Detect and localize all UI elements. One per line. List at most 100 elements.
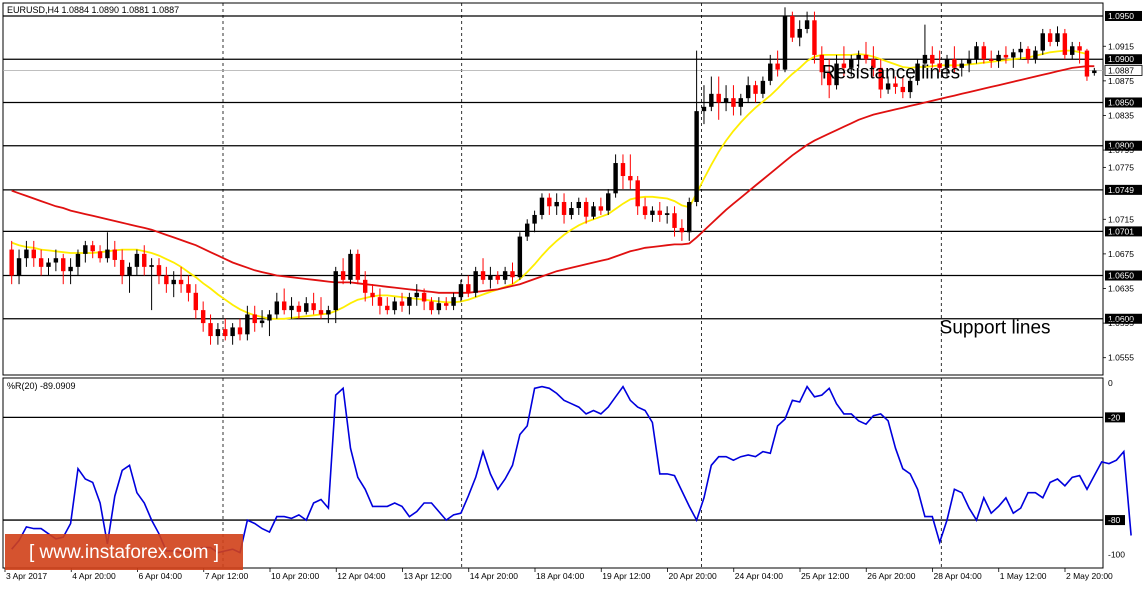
candle-body: [782, 15, 788, 70]
candle-body: [208, 323, 213, 337]
candle-body: [186, 284, 191, 293]
watermark: [ www.instaforex.com ]: [5, 534, 243, 570]
candle-body: [473, 271, 478, 293]
candle-body: [429, 301, 434, 311]
candle-body: [466, 284, 471, 293]
candle-body: [90, 245, 95, 252]
y-tick-label: 1.0555: [1108, 353, 1134, 363]
candle-body: [1077, 46, 1082, 51]
candle-body: [797, 28, 802, 38]
candle-body: [812, 20, 817, 55]
candle-body: [687, 201, 692, 233]
x-tick-label: 24 Apr 04:00: [735, 571, 783, 581]
candle-body: [775, 63, 780, 70]
candle: [790, 11, 795, 42]
candle-body: [296, 305, 302, 312]
y-tick-label: 1.0675: [1108, 249, 1134, 259]
chart-annotation: Support lines: [940, 317, 1051, 338]
candle-body: [996, 54, 1001, 61]
x-tick-label: 2 May 20:00: [1066, 571, 1113, 581]
candle-body: [760, 80, 766, 94]
candle-body: [628, 176, 633, 181]
candle-body: [259, 320, 265, 324]
level-label: -80: [1108, 515, 1121, 525]
candle-body: [134, 253, 140, 267]
candle-body: [989, 59, 994, 61]
x-tick-label: 25 Apr 12:00: [801, 571, 849, 581]
candle-body: [694, 111, 699, 202]
current-price-label: 1.0887: [1108, 65, 1134, 75]
candle-body: [738, 98, 744, 107]
level-label: 1.0950: [1108, 11, 1134, 21]
y-tick-label: 1.0775: [1108, 162, 1134, 172]
candle-body: [414, 292, 419, 298]
candle-body: [664, 213, 670, 215]
candle-body: [1092, 70, 1097, 74]
candle-body: [790, 15, 795, 38]
candle-body: [340, 271, 346, 280]
candle-body: [53, 258, 59, 263]
candle-body: [385, 305, 390, 311]
candle-body: [421, 292, 427, 302]
candle-body: [333, 271, 338, 311]
candle-body: [981, 46, 987, 60]
candle: [1062, 28, 1068, 60]
chart-annotation: Resistance lines: [822, 62, 960, 83]
candle: [517, 232, 523, 280]
candle-body: [237, 327, 243, 335]
candle-body: [716, 93, 721, 103]
candle-body: [495, 275, 500, 280]
candle-body: [230, 327, 235, 337]
candle-body: [502, 271, 508, 280]
candle-body: [620, 163, 626, 177]
candle-body: [731, 98, 736, 107]
candle-body: [1018, 48, 1023, 53]
candle-body: [804, 20, 810, 29]
candle-body: [539, 197, 545, 215]
candle-body: [893, 83, 898, 87]
candle-body: [959, 63, 964, 68]
candle-body: [1055, 33, 1060, 42]
candle-body: [679, 227, 685, 233]
candle-body: [436, 303, 442, 311]
price-chart-title: EURUSD,H4 1.0884 1.0890 1.0881 1.0887: [7, 5, 179, 15]
candle-body: [97, 251, 103, 259]
candle-body: [1011, 52, 1016, 58]
candle-body: [966, 59, 972, 64]
candle-body: [900, 86, 906, 93]
candle-body: [525, 223, 530, 237]
candle-body: [672, 213, 677, 228]
candle-body: [532, 214, 537, 224]
candle: [1084, 48, 1090, 81]
x-tick-label: 3 Apr 2017: [6, 571, 47, 581]
candle-body: [1084, 50, 1090, 77]
candle-body: [142, 253, 147, 267]
y-tick-label: 0: [1108, 378, 1113, 388]
candle-body: [127, 266, 132, 276]
candle-body: [458, 284, 464, 298]
candle-body: [362, 279, 368, 293]
candle-body: [1025, 48, 1031, 60]
candle-body: [606, 193, 611, 211]
watermark-text: [ www.instaforex.com ]: [29, 542, 219, 563]
x-tick-label: 4 Apr 20:00: [72, 571, 116, 581]
candle-body: [46, 262, 51, 267]
candle-body: [24, 249, 29, 259]
x-tick-label: 26 Apr 20:00: [867, 571, 915, 581]
candle-body: [149, 265, 154, 267]
candle-body: [83, 245, 88, 254]
candle-body: [267, 314, 272, 321]
y-tick-label: 1.0715: [1108, 214, 1134, 224]
candle-body: [304, 303, 309, 312]
candle-body: [252, 314, 257, 324]
candle-body: [480, 271, 486, 280]
x-tick-label: 12 Apr 04:00: [337, 571, 385, 581]
x-tick-label: 19 Apr 12:00: [602, 571, 650, 581]
indicator-title: %R(20) -89.0909: [7, 381, 76, 391]
candle-body: [311, 303, 316, 311]
candle-body: [193, 292, 199, 311]
y-tick-label: 1.0875: [1108, 76, 1134, 86]
candle-body: [1070, 46, 1075, 55]
chart-window: 1.0950 1.0900 1.0850 1.0800 1.0749 1.0701 1.06…: [0, 0, 1143, 585]
candle-body: [753, 85, 758, 94]
